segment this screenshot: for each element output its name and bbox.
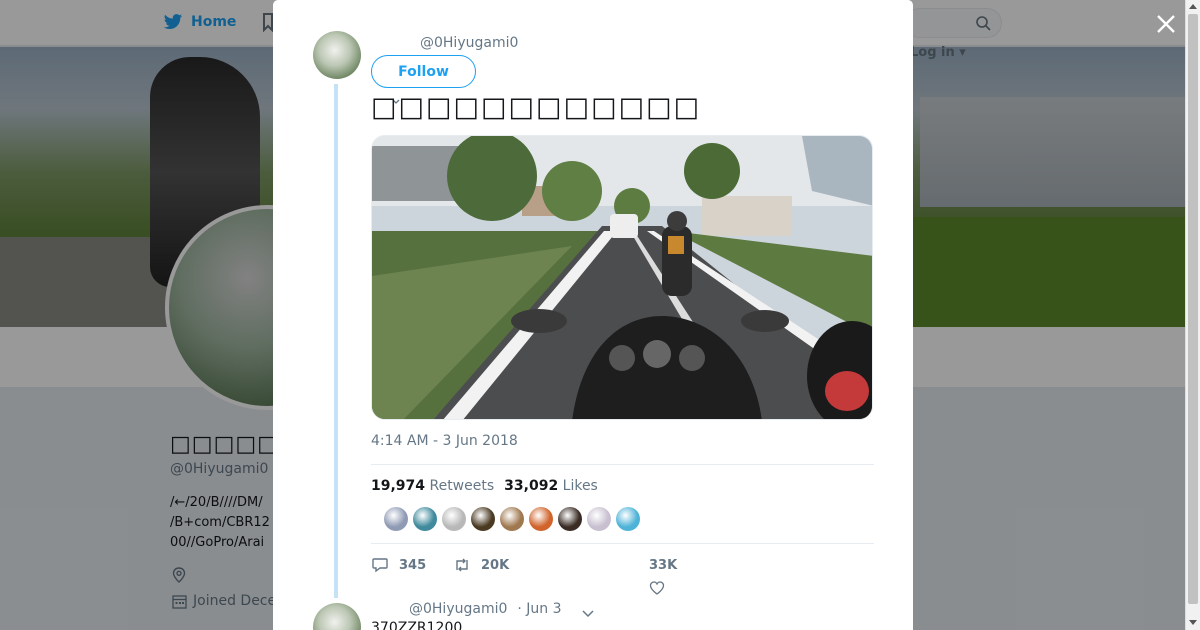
reply-text: 370ZZR1200	[371, 620, 463, 630]
reply-author-avatar[interactable]	[313, 603, 361, 630]
retweet-count: 20K	[481, 557, 510, 573]
liker-avatars	[384, 507, 640, 531]
reply-handle[interactable]: @0Hiyugami0	[409, 601, 507, 617]
reply-date[interactable]: · Jun 3	[517, 601, 561, 617]
scroll-thumb[interactable]	[1188, 14, 1198, 604]
tweet-actions: 345 20K 33K	[371, 556, 677, 595]
divider	[371, 543, 874, 544]
likes-count: 33,092	[504, 478, 559, 494]
reply-chevron-down-icon[interactable]	[581, 604, 595, 618]
likes-label: Likes	[562, 478, 598, 494]
liker-1-avatar[interactable]	[384, 507, 408, 531]
liker-8-avatar[interactable]	[587, 507, 611, 531]
page-scrollbar[interactable]	[1185, 0, 1200, 630]
divider	[371, 464, 874, 465]
retweet-icon	[456, 558, 468, 572]
liker-9-avatar[interactable]	[616, 507, 640, 531]
liker-7-avatar[interactable]	[558, 507, 582, 531]
author-avatar[interactable]	[313, 31, 361, 79]
liker-3-avatar[interactable]	[442, 507, 466, 531]
reply-count: 345	[399, 557, 427, 573]
close-icon	[1157, 15, 1175, 33]
follow-button[interactable]: Follow	[371, 55, 476, 88]
tweet-timestamp[interactable]: 4:14 AM - 3 Jun 2018	[371, 433, 518, 449]
reply-button[interactable]: 345	[371, 556, 453, 574]
tweet-stats: 19,974 Retweets 33,092 Likes	[371, 478, 598, 494]
liker-5-avatar[interactable]	[500, 507, 524, 531]
liker-4-avatar[interactable]	[471, 507, 495, 531]
liker-6-avatar[interactable]	[529, 507, 553, 531]
motorcycle-road-photo	[372, 136, 872, 419]
retweets-label: Retweets	[429, 478, 495, 494]
thread-line	[334, 84, 338, 598]
scroll-down-arrow[interactable]	[1189, 620, 1197, 625]
reply-header: @0Hiyugami0 · Jun 3	[409, 601, 562, 617]
tweet-photo[interactable]	[371, 135, 873, 420]
scroll-up-arrow[interactable]	[1189, 4, 1197, 9]
like-button[interactable]: 33K	[561, 558, 677, 595]
liker-2-avatar[interactable]	[413, 507, 437, 531]
close-button[interactable]	[1154, 12, 1178, 36]
reply-icon	[372, 558, 388, 573]
author-handle[interactable]: @0Hiyugami0	[420, 35, 518, 51]
tweet-modal: @0Hiyugami0 Follow □□□□□□□□□□□□ 4:14 AM …	[273, 0, 913, 630]
retweets-stat[interactable]: 19,974 Retweets	[371, 478, 494, 494]
retweet-button[interactable]: 20K	[453, 556, 561, 574]
retweets-count: 19,974	[371, 478, 426, 494]
heart-icon	[649, 580, 665, 595]
tweet-text: □□□□□□□□□□□□	[371, 92, 702, 123]
likes-stat[interactable]: 33,092 Likes	[504, 478, 598, 494]
like-count: 33K	[649, 557, 678, 573]
